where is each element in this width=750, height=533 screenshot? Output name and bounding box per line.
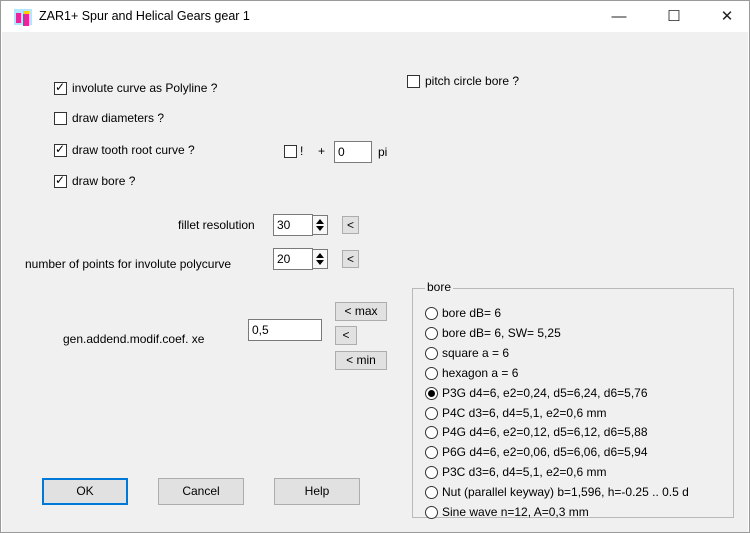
xe-max-button[interactable]: < max [335,302,387,321]
draw-diameters-label: draw diameters ? [72,111,165,125]
bore-option-radio[interactable] [425,307,438,320]
close-button[interactable]: ✕ [704,1,750,32]
bore-option-radio[interactable] [425,346,438,360]
bore-option-label[interactable]: square a = 6 [442,346,509,360]
bore-option-label[interactable]: bore dB= 6 [442,306,501,320]
involute-points-spinner[interactable] [312,249,328,269]
bore-option-label[interactable]: P3C d3=6, d4=5,1, e2=0,6 mm [442,465,606,479]
involute-points-reset-button[interactable]: < [342,250,359,268]
involute-polyline-checkbox[interactable] [54,80,67,95]
help-button[interactable]: Help [274,478,360,505]
involute-polyline-label: involute curve as Polyline ? [72,81,218,95]
pitch-circle-bore-checkbox[interactable] [407,75,420,88]
xe-input[interactable]: 0,5 [248,319,322,341]
maximize-button[interactable]: ☐ [651,1,697,32]
draw-diameters-checkbox[interactable] [54,112,67,125]
xe-min-button[interactable]: < min [335,351,387,370]
draw-bore-label: draw bore ? [72,174,136,188]
title-bar[interactable]: ZAR1+ Spur and Helical Gears gear 1 — ☐ … [1,1,749,32]
pi-label: pi [378,145,388,159]
spin-down-icon[interactable] [316,226,324,231]
bore-option-label[interactable]: P4C d3=6, d4=5,1, e2=0,6 mm [442,406,606,420]
bore-option-radio[interactable] [425,506,438,519]
exclaim-checkbox[interactable] [284,145,297,158]
spin-up-icon[interactable] [316,219,324,224]
window-title: ZAR1+ Spur and Helical Gears gear 1 [39,9,250,23]
dialog-window: ZAR1+ Spur and Helical Gears gear 1 — ☐ … [0,0,750,533]
involute-points-input[interactable]: 20 [273,248,313,270]
bore-option-label[interactable]: hexagon a = 6 [442,366,518,380]
pi-input[interactable]: 0 [334,141,372,163]
fillet-resolution-label: fillet resolution [178,218,255,232]
spin-up-icon[interactable] [316,253,324,258]
draw-tooth-root-label: draw tooth root curve ? [72,143,195,157]
spin-down-icon[interactable] [316,260,324,265]
fillet-resolution-spinner[interactable] [312,215,328,235]
bore-option-label[interactable]: bore dB= 6, SW= 5,25 [442,326,561,340]
fillet-reset-button[interactable]: < [342,216,359,234]
exclaim-label: ! [300,144,304,158]
bore-option-radio[interactable] [425,326,438,340]
xe-label: gen.addend.modif.coef. xe [63,332,205,346]
plus-label: + [318,144,326,158]
bore-group-title: bore [425,280,454,294]
bore-option-label[interactable]: Nut (parallel keyway) b=1,596, h=-0.25 .… [442,485,689,499]
bore-group [412,288,734,518]
draw-bore-checkbox[interactable] [54,173,67,188]
bore-option-label[interactable]: P4G d4=6, e2=0,12, d5=6,12, d6=5,88 [442,425,648,439]
cancel-button[interactable]: Cancel [158,478,244,505]
bore-option-label[interactable]: P6G d4=6, e2=0,06, d5=6,06, d6=5,94 [442,445,648,459]
xe-mid-button[interactable]: < [335,326,357,345]
involute-points-label: number of points for involute polycurve [25,257,232,271]
ok-button[interactable]: OK [42,478,128,505]
bore-option-label[interactable]: P3G d4=6, e2=0,24, d5=6,24, d6=5,76 [442,386,648,400]
bore-option-radio[interactable] [425,486,438,500]
bore-option-radio[interactable] [425,386,438,400]
bore-option-label[interactable]: Sine wave n=12, A=0,3 mm [442,505,589,519]
bore-option-radio[interactable] [425,366,438,380]
bore-option-radio[interactable] [425,406,438,420]
dialog-body: involute curve as Polyline ? draw diamet… [2,32,748,532]
minimize-button[interactable]: — [596,1,642,32]
pitch-circle-bore-label: pitch circle bore ? [425,74,520,88]
draw-tooth-root-checkbox[interactable] [54,142,67,157]
fillet-resolution-input[interactable]: 30 [273,214,313,236]
app-icon [14,9,32,26]
